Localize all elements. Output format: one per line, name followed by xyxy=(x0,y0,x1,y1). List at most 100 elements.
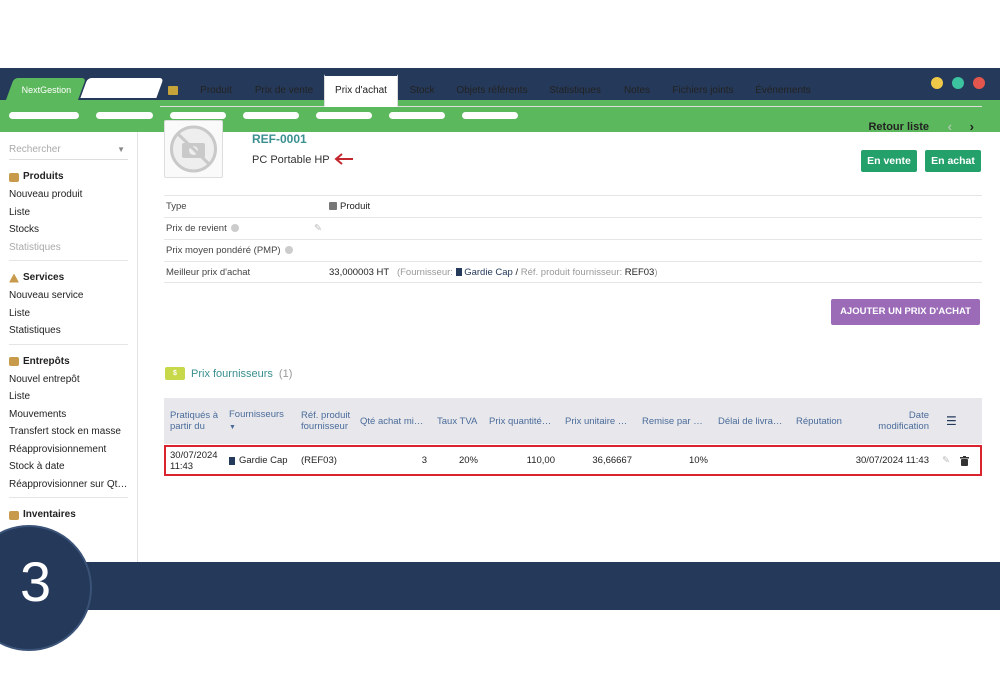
edit-pencil-icon[interactable]: ✎ xyxy=(314,218,322,239)
trash-icon[interactable] xyxy=(960,447,972,474)
column-header-delay[interactable]: Délai de livra… xyxy=(718,398,788,444)
list-columns-icon[interactable]: ☰ xyxy=(946,398,966,444)
cell-qty-price: 110,00 xyxy=(526,455,555,466)
chevron-left-icon[interactable]: ‹ xyxy=(948,119,952,134)
sidebar-search[interactable]: Rechercher ▼ xyxy=(9,142,128,160)
column-header-vat[interactable]: Taux TVA xyxy=(437,398,481,444)
sidebar-item-movements[interactable]: Mouvements xyxy=(9,406,128,424)
on-sale-badge[interactable]: En vente xyxy=(861,150,917,172)
supplier-prices-table: Pratiqués à partir du Fournisseurs ▼ Réf.… xyxy=(164,398,982,476)
cell-ref: (REF03) xyxy=(301,455,337,466)
best-supplier-link[interactable]: Gardie Cap xyxy=(464,267,513,278)
menu-item-placeholder[interactable] xyxy=(9,112,79,119)
cell-discount: 10% xyxy=(688,455,708,466)
edit-pencil-icon[interactable]: ✎ xyxy=(942,447,954,474)
tab-referents[interactable]: Objets référents xyxy=(450,74,534,107)
sidebar-item-new-warehouse[interactable]: Nouvel entrepôt xyxy=(9,371,128,389)
trash-glyph xyxy=(960,455,969,466)
add-purchase-price-button[interactable]: AJOUTER UN PRIX D'ACHAT xyxy=(831,299,980,325)
property-row-cost-price: Prix de revient ✎ xyxy=(164,217,982,239)
property-row-pmp: Prix moyen pondéré (PMP) xyxy=(164,239,982,261)
tab-icon[interactable] xyxy=(164,74,182,107)
cell-vat: 20% xyxy=(458,455,478,466)
tab-sale-price[interactable]: Prix de vente xyxy=(248,74,320,107)
chevron-right-icon[interactable]: › xyxy=(970,119,974,134)
chevron-down-icon[interactable]: ▼ xyxy=(117,142,125,158)
sidebar-item-replenishment[interactable]: Réapprovisionnement xyxy=(9,441,128,459)
tab-events[interactable]: Événements xyxy=(748,74,818,107)
info-icon[interactable] xyxy=(230,224,239,233)
sidebar-section-inventories: Inventaires xyxy=(0,506,137,524)
column-header-from[interactable]: Pratiqués à partir du xyxy=(170,398,222,444)
closing-paren: ) xyxy=(654,267,658,278)
cell-min-qty: 3 xyxy=(421,455,427,466)
column-header-unit-price[interactable]: Prix unitaire … xyxy=(565,398,635,444)
browser-tab-active[interactable]: NextGestion xyxy=(5,78,87,100)
sidebar-item-stock-at-date[interactable]: Stock à date xyxy=(9,458,128,476)
sidebar-title-services[interactable]: Services xyxy=(9,269,128,287)
supplier-prices-count: (1) xyxy=(278,367,293,380)
tab-stock[interactable]: Stock xyxy=(402,74,442,107)
property-label: Meilleur prix d'achat xyxy=(166,267,251,278)
column-header-discount[interactable]: Remise par … xyxy=(642,398,712,444)
menu-item-placeholder[interactable] xyxy=(170,112,226,119)
column-header-modified[interactable]: Date modification xyxy=(864,398,929,444)
menu-item-placeholder[interactable] xyxy=(389,112,445,119)
red-arrow-left-icon xyxy=(334,153,353,165)
info-icon[interactable] xyxy=(284,246,293,255)
column-header-ref[interactable]: Réf. produit fournisseur xyxy=(301,398,353,444)
tab-notes[interactable]: Notes xyxy=(616,74,658,107)
divider xyxy=(9,497,128,498)
best-price-value: 33,000003 HT xyxy=(329,267,390,278)
product-photo-placeholder xyxy=(164,120,223,178)
sidebar-item-new-service[interactable]: Nouveau service xyxy=(9,287,128,305)
separator: / xyxy=(515,267,519,278)
tab-purchase-price[interactable]: Prix d'achat xyxy=(324,74,398,107)
column-header-reputation[interactable]: Réputation xyxy=(796,398,856,444)
cell-supplier[interactable]: Gardie Cap xyxy=(229,447,299,474)
menu-item-placeholder[interactable] xyxy=(243,112,299,119)
sidebar-item-replenish-on-qty[interactable]: Réapprovisionner sur Qt… xyxy=(9,476,128,494)
property-row-type: Type Produit xyxy=(164,195,982,217)
sidebar-item-list[interactable]: Liste xyxy=(9,204,128,222)
tab-product[interactable]: Produit xyxy=(192,74,240,107)
sidebar-item-list[interactable]: Liste xyxy=(9,305,128,323)
sidebar-title-warehouses[interactable]: Entrepôts xyxy=(9,353,128,371)
tab-files[interactable]: Fichiers joints xyxy=(666,74,740,107)
divider xyxy=(9,343,128,345)
menu-item-placeholder[interactable] xyxy=(316,112,372,119)
supplier-ref-value: REF03 xyxy=(624,267,655,278)
sidebar-item-statistics[interactable]: Statistiques xyxy=(9,322,128,340)
sidebar-title-inventories[interactable]: Inventaires xyxy=(9,506,128,524)
column-header-supplier[interactable]: Fournisseurs ▼ xyxy=(229,398,291,444)
sidebar-item-statistics[interactable]: Statistiques xyxy=(9,239,128,257)
column-header-qty-price[interactable]: Prix quantité… xyxy=(489,398,559,444)
sidebar-section-warehouses: Entrepôts Nouvel entrepôt Liste Mouvemen… xyxy=(0,353,137,498)
sidebar-title-products[interactable]: Produits xyxy=(9,168,128,186)
menu-item-placeholder[interactable] xyxy=(96,112,153,119)
property-row-best-price: Meilleur prix d'achat 33,000003 HT (Four… xyxy=(164,261,982,283)
cell-from: 30/07/2024 11:43 xyxy=(170,449,218,472)
property-label: Prix de revient xyxy=(166,218,239,239)
sort-down-icon: ▼ xyxy=(229,424,236,431)
supplier-prices-title: Prix fournisseurs xyxy=(191,367,273,380)
back-to-list-link[interactable]: Retour liste xyxy=(868,121,929,133)
inventory-icon xyxy=(9,510,19,520)
product-ref[interactable]: REF-0001 xyxy=(252,132,307,146)
sidebar-item-mass-transfer[interactable]: Transfert stock en masse xyxy=(9,423,128,441)
menu-item-placeholder[interactable] xyxy=(462,112,518,119)
sidebar-item-stocks[interactable]: Stocks xyxy=(9,221,128,239)
browser-tab-inactive[interactable] xyxy=(80,78,164,98)
sidebar-item-new-product[interactable]: Nouveau produit xyxy=(9,186,128,204)
sidebar-item-list[interactable]: Liste xyxy=(9,388,128,406)
sidebar-section-products: Produits Nouveau produit Liste Stocks St… xyxy=(0,168,137,261)
table-row[interactable]: 30/07/2024 11:43 Gardie Cap (REF03) 3 20… xyxy=(164,445,982,476)
cell-unit-price: 36,66667 xyxy=(592,455,632,466)
search-placeholder: Rechercher xyxy=(9,144,61,155)
supplier-label: (Fournisseur: xyxy=(396,267,453,278)
on-purchase-badge[interactable]: En achat xyxy=(925,150,981,172)
browser-tab-title: NextGestion xyxy=(21,85,72,95)
tab-statistics[interactable]: Statistiques xyxy=(542,74,608,107)
supplier-prices-header: $ Prix fournisseurs (1) xyxy=(165,367,292,380)
column-header-min-qty[interactable]: Qté achat mi… xyxy=(360,398,430,444)
